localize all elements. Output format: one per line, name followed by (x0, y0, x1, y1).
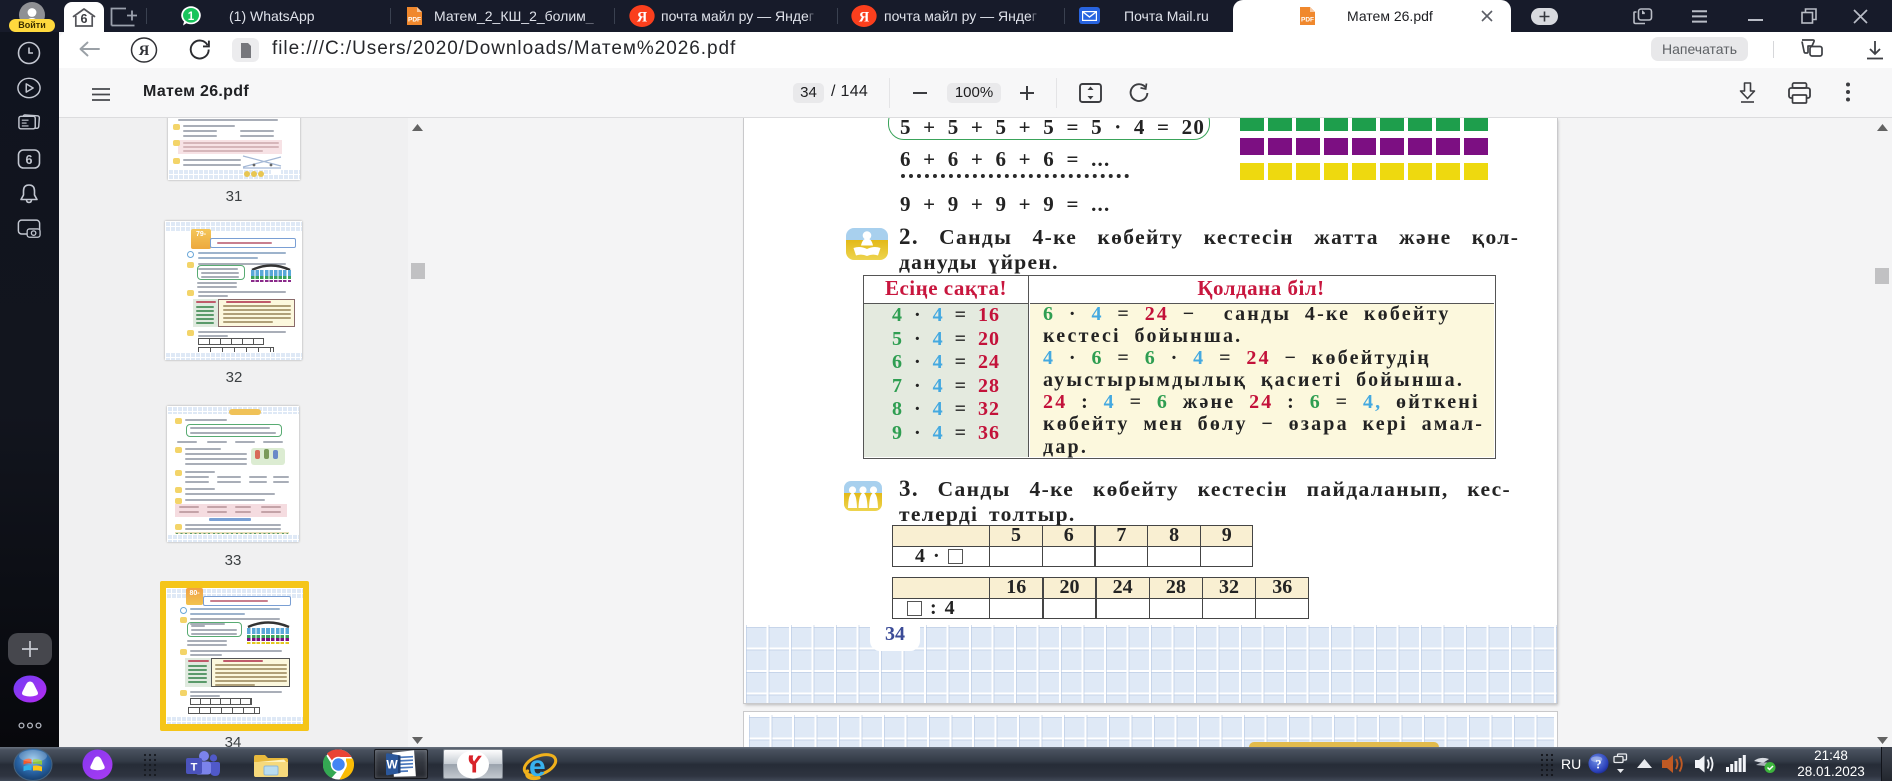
svg-text:Я: Я (859, 10, 870, 26)
svg-text:6: 6 (81, 12, 88, 26)
svg-text:PDF: PDF (1301, 17, 1314, 24)
svg-text:6: 6 (26, 153, 33, 167)
svg-text:W: W (386, 758, 398, 772)
svg-text:1: 1 (188, 11, 195, 23)
svg-text:T: T (191, 762, 198, 774)
svg-text:PDF: PDF (408, 17, 421, 24)
svg-text:Я: Я (139, 43, 150, 59)
svg-text:e: e (529, 750, 546, 781)
svg-text:Я: Я (637, 10, 648, 26)
